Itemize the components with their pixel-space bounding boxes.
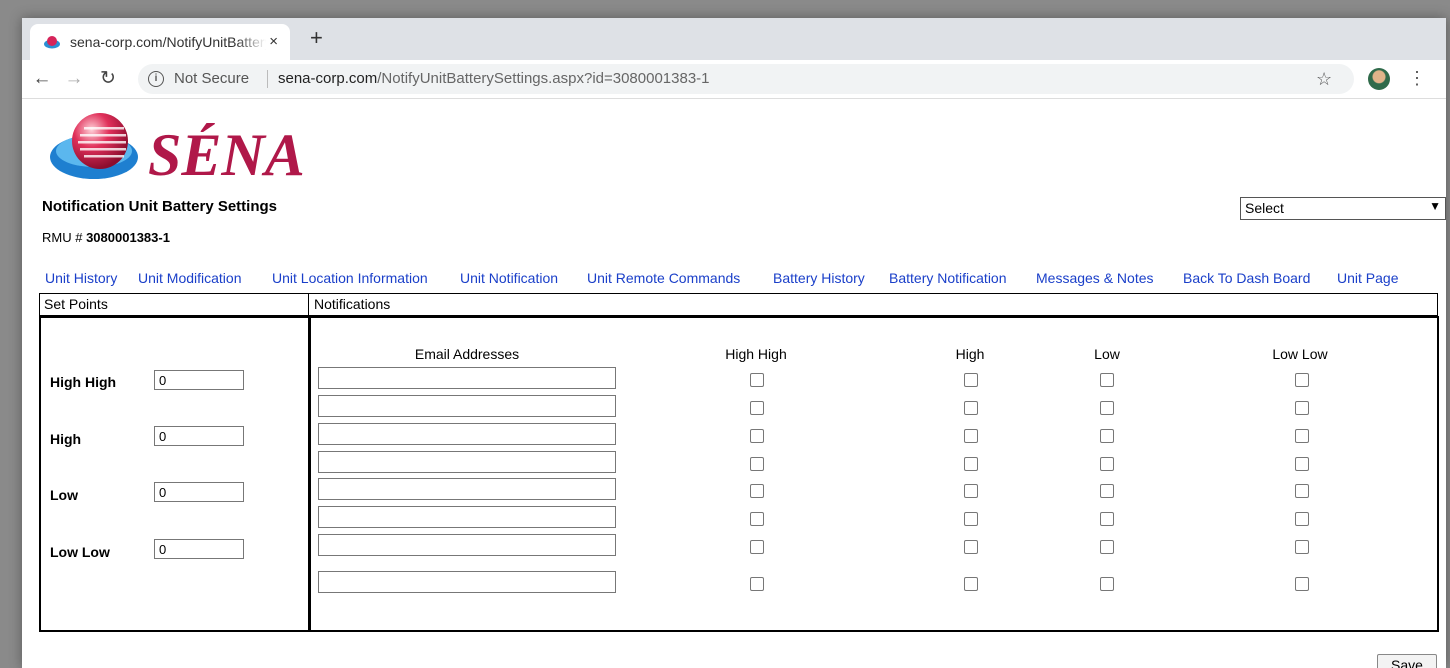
browser-toolbar: ← → ↻ i Not Secure sena-corp.com/NotifyU… — [22, 60, 1446, 99]
email-address-input[interactable] — [318, 571, 616, 593]
email-address-input[interactable] — [318, 451, 616, 473]
info-icon[interactable]: i — [148, 71, 164, 87]
low-low-header: Low Low — [1272, 346, 1328, 362]
link-battery-history[interactable]: Battery History — [773, 270, 865, 286]
high-high-checkbox[interactable] — [750, 540, 764, 554]
high-high-input[interactable] — [154, 370, 244, 390]
not-secure-label: Not Secure — [174, 70, 250, 87]
low-checkbox[interactable] — [1100, 577, 1114, 591]
email-address-input[interactable] — [318, 534, 616, 556]
set-points-panel — [39, 316, 311, 632]
high-checkbox[interactable] — [964, 457, 978, 471]
rmu-number: RMU # 3080001383-1 — [42, 230, 170, 245]
save-button[interactable]: Save — [1377, 654, 1437, 668]
low-checkbox[interactable] — [1100, 373, 1114, 387]
browser-window: sena-corp.com/NotifyUnitBatterySettings.… — [22, 18, 1446, 668]
low-checkbox[interactable] — [1100, 484, 1114, 498]
notifications-header-cell — [308, 293, 1438, 316]
set-point-label: High — [50, 431, 82, 447]
new-tab-button[interactable]: + — [310, 24, 323, 52]
logo-text: SÉNA — [148, 122, 305, 185]
back-arrow-icon[interactable]: ← — [30, 67, 54, 91]
low-checkbox[interactable] — [1100, 512, 1114, 526]
page-title: Notification Unit Battery Settings — [42, 198, 278, 215]
url-host: sena-corp.com — [278, 70, 378, 87]
low-checkbox[interactable] — [1100, 457, 1114, 471]
bookmark-star-icon[interactable]: ☆ — [1316, 67, 1332, 91]
kebab-menu-icon[interactable]: ⋮ — [1408, 66, 1426, 90]
high-checkbox[interactable] — [964, 373, 978, 387]
high-high-checkbox[interactable] — [750, 577, 764, 591]
low-low-checkbox[interactable] — [1295, 401, 1309, 415]
profile-avatar[interactable] — [1368, 68, 1390, 90]
page-content: SÉNA Notification Unit Battery Settings … — [22, 99, 1446, 668]
link-unit-notification[interactable]: Unit Notification — [460, 270, 558, 286]
high-header: High — [955, 346, 985, 362]
low-input[interactable] — [154, 482, 244, 502]
set-point-label: High High — [50, 374, 117, 390]
high-input[interactable] — [154, 426, 244, 446]
low-low-input[interactable] — [154, 539, 244, 559]
high-high-checkbox[interactable] — [750, 429, 764, 443]
url-text[interactable]: sena-corp.com/NotifyUnitBatterySettings.… — [278, 70, 710, 87]
chevron-down-icon: ▼ — [1429, 199, 1441, 213]
omnibox-separator — [267, 70, 268, 88]
sena-favicon-icon — [44, 36, 60, 49]
low-low-checkbox[interactable] — [1295, 540, 1309, 554]
rmu-label: RMU # — [42, 230, 83, 245]
high-checkbox[interactable] — [964, 577, 978, 591]
email-address-input[interactable] — [318, 395, 616, 417]
link-unit-history[interactable]: Unit History — [45, 270, 117, 286]
link-unit-page[interactable]: Unit Page — [1337, 270, 1398, 286]
rmu-value: 3080001383-1 — [86, 230, 170, 245]
high-high-header: High High — [725, 346, 787, 362]
high-checkbox[interactable] — [964, 484, 978, 498]
high-checkbox[interactable] — [964, 429, 978, 443]
low-low-checkbox[interactable] — [1295, 484, 1309, 498]
email-address-input[interactable] — [318, 423, 616, 445]
close-tab-icon[interactable]: × — [269, 33, 278, 51]
low-low-checkbox[interactable] — [1295, 457, 1309, 471]
reload-icon[interactable]: ↻ — [96, 67, 120, 91]
tab-strip: sena-corp.com/NotifyUnitBatterySettings.… — [22, 18, 1446, 60]
forward-arrow-icon[interactable]: → — [62, 67, 86, 91]
link-back-to-dash-board[interactable]: Back To Dash Board — [1183, 270, 1310, 286]
set-point-label: Low Low — [50, 544, 110, 560]
address-bar[interactable]: i Not Secure sena-corp.com/NotifyUnitBat… — [138, 64, 1354, 94]
link-battery-notification[interactable]: Battery Notification — [889, 270, 1007, 286]
low-checkbox[interactable] — [1100, 401, 1114, 415]
high-high-checkbox[interactable] — [750, 457, 764, 471]
email-addresses-header: Email Addresses — [414, 346, 520, 362]
low-header: Low — [1094, 346, 1120, 362]
low-checkbox[interactable] — [1100, 429, 1114, 443]
link-messages-notes[interactable]: Messages & Notes — [1036, 270, 1154, 286]
select-value: Select — [1245, 200, 1284, 216]
link-unit-location-information[interactable]: Unit Location Information — [272, 270, 428, 286]
set-point-label: Low — [50, 487, 78, 503]
low-low-checkbox[interactable] — [1295, 373, 1309, 387]
low-low-checkbox[interactable] — [1295, 577, 1309, 591]
email-address-input[interactable] — [318, 506, 616, 528]
high-checkbox[interactable] — [964, 401, 978, 415]
email-address-input[interactable] — [318, 367, 616, 389]
high-high-checkbox[interactable] — [750, 484, 764, 498]
sena-logo: SÉNA — [50, 113, 305, 185]
high-checkbox[interactable] — [964, 512, 978, 526]
unit-select-dropdown[interactable]: Select ▼ — [1240, 197, 1446, 220]
tab-title: sena-corp.com/NotifyUnitBatterySettings.… — [70, 34, 266, 50]
high-checkbox[interactable] — [964, 540, 978, 554]
link-unit-remote-commands[interactable]: Unit Remote Commands — [587, 270, 740, 286]
high-high-checkbox[interactable] — [750, 512, 764, 526]
url-path: /NotifyUnitBatterySettings.aspx?id=30800… — [377, 70, 710, 87]
notifications-header: Notifications — [314, 296, 391, 312]
high-high-checkbox[interactable] — [750, 373, 764, 387]
link-unit-modification[interactable]: Unit Modification — [138, 270, 242, 286]
browser-tab[interactable]: sena-corp.com/NotifyUnitBatterySettings.… — [30, 24, 290, 60]
email-address-input[interactable] — [318, 478, 616, 500]
low-low-checkbox[interactable] — [1295, 512, 1309, 526]
set-points-header: Set Points — [44, 296, 108, 312]
high-high-checkbox[interactable] — [750, 401, 764, 415]
low-checkbox[interactable] — [1100, 540, 1114, 554]
low-low-checkbox[interactable] — [1295, 429, 1309, 443]
